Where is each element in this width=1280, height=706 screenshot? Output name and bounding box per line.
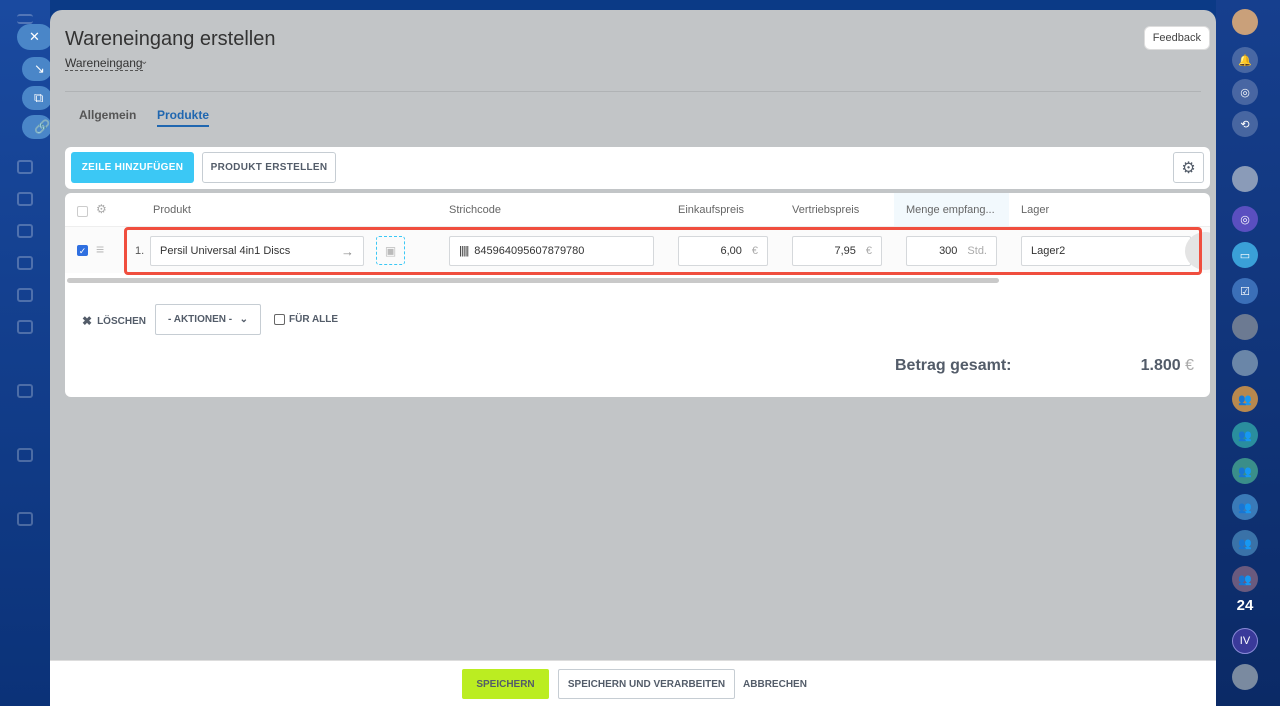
delete-button[interactable]: ✖ LÖSCHEN (82, 314, 146, 328)
add-row-button[interactable]: ZEILE HINZUFÜGEN (71, 152, 194, 183)
group-icon[interactable]: 👥 (1232, 422, 1258, 448)
bell-icon[interactable]: 🔔 (1232, 47, 1258, 73)
chat-icon[interactable]: ▭ (1232, 242, 1258, 268)
user-avatar[interactable] (1232, 9, 1258, 35)
row-checkbox[interactable]: ✓ (77, 245, 88, 256)
open-new-window-button[interactable]: ⧉ (22, 86, 52, 110)
column-header[interactable]: Produkt (153, 204, 191, 216)
save-process-button[interactable]: SPEICHERN UND VERARBEITEN (558, 669, 735, 699)
checkbox[interactable] (274, 314, 285, 325)
chat-avatar[interactable] (1232, 350, 1258, 376)
right-sidebar: 🔔 ◎ ⟲ ◎ ▭ ☑ 👥 👥 👥 👥 👥 👥 24 IV (1216, 0, 1280, 706)
feedback-button[interactable]: Feedback (1143, 26, 1210, 50)
divider (65, 91, 1201, 92)
group-icon[interactable]: 👥 (1232, 386, 1258, 412)
for-all-label: FÜR ALLE (289, 314, 339, 325)
bitrix24-badge[interactable]: 24 (1232, 592, 1258, 618)
drag-handle-icon[interactable]: ≡ (96, 241, 104, 257)
total-value: 1.800 € (1141, 357, 1194, 375)
iv-badge[interactable]: IV (1232, 628, 1258, 654)
document-type-dropdown[interactable]: Wareneingang (65, 56, 143, 71)
link-icon: 🔗 (34, 119, 51, 134)
copy-link-button[interactable]: 🔗 (22, 115, 52, 139)
card-icon[interactable] (17, 192, 33, 206)
actions-select[interactable]: - AKTIONEN - ⌄ (155, 304, 261, 335)
tasks-icon[interactable] (17, 224, 33, 238)
total-label: Betrag gesamt: (895, 357, 1012, 374)
chevron-down-icon: ⌄ (140, 56, 149, 67)
contact-avatar[interactable] (1232, 166, 1258, 192)
row-highlight (124, 227, 1202, 275)
delete-label: LÖSCHEN (97, 315, 146, 327)
total-currency: € (1185, 357, 1194, 374)
group-icon[interactable]: 👥 (1232, 566, 1258, 592)
external-link-icon: ⧉ (34, 90, 44, 105)
gear-icon: ⚙ (1181, 159, 1196, 177)
page-title: Wareneingang erstellen (65, 28, 276, 50)
tasks-icon[interactable]: ☑ (1232, 278, 1258, 304)
column-settings-icon[interactable]: ⚙ (96, 202, 107, 216)
tab-allgemein[interactable]: Allgemein (79, 108, 136, 122)
total-amount: 1.800 (1140, 357, 1181, 374)
horizontal-scrollbar[interactable] (67, 278, 999, 283)
product-table: ⚙ Produkt Strichcode Einkaufspreis Vertr… (65, 193, 1210, 397)
select-all-checkbox[interactable] (77, 206, 88, 217)
chat-avatar[interactable] (1232, 664, 1258, 690)
column-header[interactable]: Vertriebspreis (792, 204, 859, 216)
copilot-icon[interactable]: ◎ (1232, 79, 1258, 105)
column-header[interactable]: Menge empfang... (906, 204, 995, 216)
cancel-button[interactable]: ABBRECHEN (740, 669, 810, 699)
column-header[interactable]: Lager (1021, 204, 1049, 216)
chat-avatar[interactable] (1232, 314, 1258, 340)
footer-bar: SPEICHERN SPEICHERN UND VERARBEITEN ABBR… (50, 660, 1216, 706)
actions-label: - AKTIONEN - (168, 314, 233, 325)
left-sidebar: ✕ ↘ ⧉ 🔗 (0, 0, 53, 706)
minimize-button[interactable]: ↘ (22, 57, 52, 81)
group-icon[interactable]: 👥 (1232, 494, 1258, 520)
docs-icon[interactable] (17, 384, 33, 398)
column-header[interactable]: Strichcode (449, 204, 501, 216)
chevron-down-icon: ⌄ (239, 314, 248, 325)
group-icon[interactable]: 👥 (1232, 530, 1258, 556)
chart-icon[interactable] (17, 512, 33, 526)
chat-search-icon[interactable]: ⟲ (1232, 111, 1258, 137)
chat-icon[interactable] (17, 320, 33, 334)
save-button[interactable]: SPEICHERN (462, 669, 549, 699)
contacts-icon[interactable] (17, 160, 33, 174)
toolbar: ZEILE HINZUFÜGEN PRODUKT ERSTELLEN ⚙ (65, 147, 1210, 189)
column-header[interactable]: Einkaufspreis (678, 204, 744, 216)
group-icon[interactable]: 👥 (1232, 458, 1258, 484)
settings-button[interactable]: ⚙ (1173, 152, 1204, 183)
arrow-down-right-icon: ↘ (34, 61, 45, 76)
mail-icon[interactable] (17, 256, 33, 270)
close-button[interactable]: ✕ (17, 24, 53, 50)
tab-produkte[interactable]: Produkte (157, 108, 210, 127)
slider-panel: Wareneingang erstellen Wareneingang ⌄ Fe… (50, 10, 1216, 706)
cart-icon[interactable] (17, 448, 33, 462)
for-all-checkbox[interactable]: FÜR ALLE (274, 314, 338, 325)
close-icon: ✕ (29, 29, 40, 44)
calendar-icon[interactable] (17, 288, 33, 302)
chat-icon[interactable]: ◎ (1232, 206, 1258, 232)
menu-icon[interactable] (17, 14, 33, 24)
x-icon: ✖ (82, 314, 93, 328)
create-product-button[interactable]: PRODUKT ERSTELLEN (202, 152, 336, 183)
